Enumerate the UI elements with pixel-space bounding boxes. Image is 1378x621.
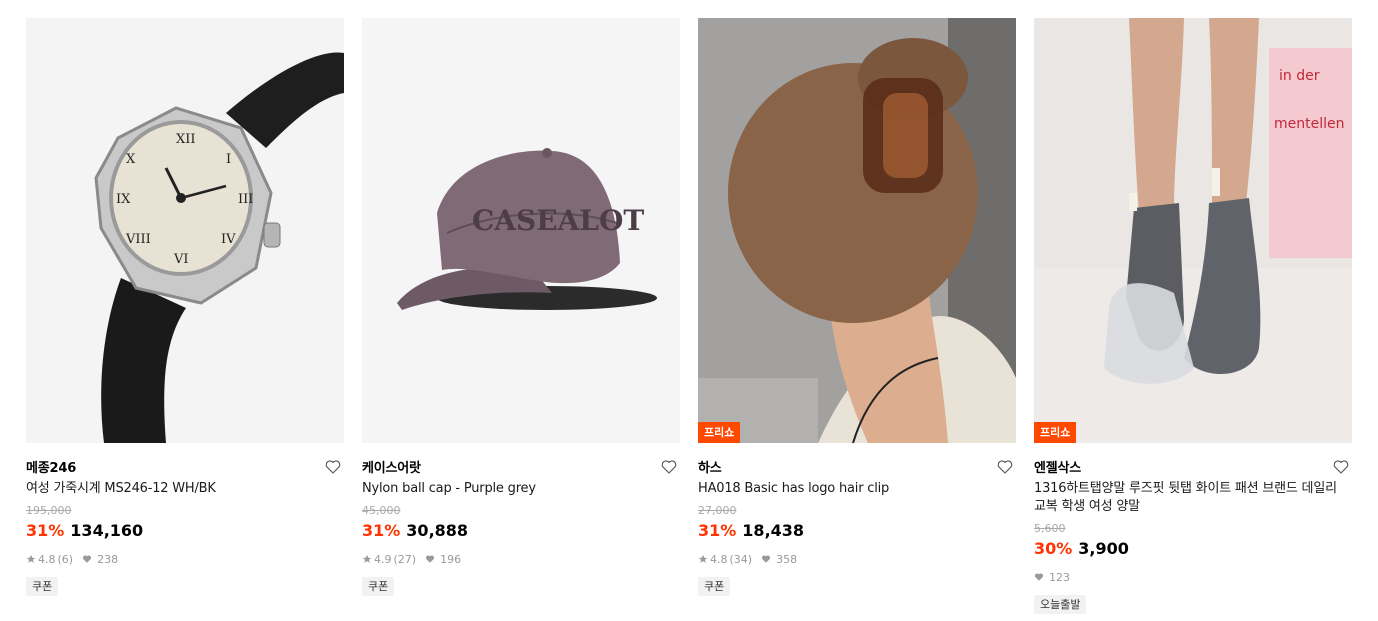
- svg-text:VIII: VIII: [125, 232, 151, 247]
- product-name[interactable]: 여성 가죽시계 MS246-12 WH/BK: [26, 480, 336, 498]
- discount-rate: 31%: [362, 521, 401, 540]
- product-card[interactable]: CASEALOT 케이스어랏 Nylon ball cap - Purple g…: [362, 18, 680, 614]
- brand-name[interactable]: 케이스어랏: [362, 457, 421, 476]
- price-row: 31% 18,438: [698, 520, 1016, 542]
- sale-price: 134,160: [70, 521, 144, 540]
- heart-filled-icon: [1034, 573, 1044, 581]
- rating-value: 4.9: [374, 552, 392, 566]
- svg-text:X: X: [126, 152, 136, 167]
- svg-text:IX: IX: [116, 192, 131, 207]
- svg-text:III: III: [238, 192, 253, 207]
- coupon-tag: 쿠폰: [362, 577, 395, 596]
- product-image-socks[interactable]: in der mentellen 프리쇼: [1034, 18, 1352, 443]
- product-image-cap[interactable]: CASEALOT: [362, 18, 680, 443]
- product-card[interactable]: XII I III IV VI VIII IX X 메종246 여성 가죽시계 MS246…: [26, 18, 344, 614]
- svg-text:VI: VI: [173, 252, 189, 267]
- star-icon: [698, 554, 708, 563]
- review-count: (34): [729, 552, 753, 566]
- heart-filled-icon: [762, 555, 771, 563]
- socks-photo-illustration: in der mentellen: [1034, 18, 1352, 443]
- review-count: (6): [57, 552, 74, 566]
- preshow-badge: 프리쇼: [698, 422, 741, 443]
- svg-text:I: I: [226, 152, 231, 167]
- discount-rate: 31%: [698, 521, 737, 540]
- watch-illustration: XIIIIII IVVIVIII IXX: [94, 52, 344, 443]
- original-price: 27,000: [698, 504, 737, 517]
- heart-outline-icon[interactable]: [660, 458, 678, 476]
- product-image-watch[interactable]: XII I III IV VI VIII IX X: [26, 18, 344, 443]
- like-count: 238: [97, 552, 119, 566]
- cap-illustration: CASEALOT: [397, 148, 657, 310]
- sale-price: 3,900: [1078, 539, 1129, 558]
- star-icon: [362, 554, 372, 563]
- product-grid: XII I III IV VI VIII IX X 메종246 여성 가죽시계 MS246…: [26, 18, 1352, 614]
- brand-row: 케이스어랏: [362, 457, 680, 476]
- sale-price: 18,438: [742, 521, 805, 540]
- svg-text:in der: in der: [1279, 68, 1320, 84]
- heart-filled-icon: [83, 555, 92, 563]
- discount-rate: 31%: [26, 521, 65, 540]
- product-meta: 123: [1034, 570, 1352, 584]
- brand-name[interactable]: 메종246: [26, 457, 76, 476]
- svg-text:XII: XII: [176, 132, 196, 147]
- product-card[interactable]: in der mentellen 프리쇼 엔젤삭스 1316하트탭양말 루즈핏 …: [1034, 18, 1352, 614]
- hair-clip-photo-illustration: [698, 18, 1016, 443]
- svg-text:CASEALOT: CASEALOT: [472, 204, 644, 237]
- review-count: (27): [393, 552, 417, 566]
- sale-price: 30,888: [406, 521, 469, 540]
- product-meta: 4.8 (6) 238: [26, 552, 344, 566]
- brand-name[interactable]: 엔젤삭스: [1034, 457, 1081, 476]
- coupon-tag: 쿠폰: [698, 577, 731, 596]
- product-card[interactable]: 프리쇼 하스 HA018 Basic has logo hair clip 27…: [698, 18, 1016, 614]
- like-count: 358: [776, 552, 798, 566]
- svg-text:IV: IV: [221, 232, 236, 247]
- same-day-shipping-tag: 오늘출발: [1034, 595, 1087, 614]
- brand-name[interactable]: 하스: [698, 457, 722, 476]
- product-name[interactable]: Nylon ball cap - Purple grey: [362, 480, 672, 498]
- brand-row: 하스: [698, 457, 1016, 476]
- like-count: 123: [1049, 570, 1070, 584]
- product-meta: 4.9 (27) 196: [362, 552, 680, 566]
- brand-row: 엔젤삭스: [1034, 457, 1352, 476]
- rating-value: 4.8: [710, 552, 728, 566]
- heart-filled-icon: [426, 555, 435, 563]
- price-row: 30% 3,900: [1034, 538, 1352, 560]
- original-price: 45,000: [362, 504, 401, 517]
- heart-outline-icon[interactable]: [996, 458, 1014, 476]
- discount-rate: 30%: [1034, 539, 1073, 558]
- heart-outline-icon[interactable]: [324, 458, 342, 476]
- preshow-badge: 프리쇼: [1034, 422, 1077, 443]
- coupon-tag: 쿠폰: [26, 577, 59, 596]
- rating-value: 4.8: [38, 552, 56, 566]
- brand-row: 메종246: [26, 457, 344, 476]
- like-count: 196: [440, 552, 462, 566]
- product-name[interactable]: 1316하트탭양말 루즈핏 뒷탭 화이트 패션 브랜드 데일리 교복 학생 여성…: [1034, 480, 1344, 516]
- product-image-hair-clip[interactable]: 프리쇼: [698, 18, 1016, 443]
- product-name[interactable]: HA018 Basic has logo hair clip: [698, 480, 1008, 498]
- svg-text:mentellen: mentellen: [1274, 116, 1345, 132]
- original-price: 195,000: [26, 504, 72, 517]
- product-meta: 4.8 (34) 358: [698, 552, 1016, 566]
- heart-outline-icon[interactable]: [1332, 458, 1350, 476]
- price-row: 31% 30,888: [362, 520, 680, 542]
- star-icon: [26, 554, 36, 563]
- original-price: 5,600: [1034, 522, 1066, 535]
- price-row: 31% 134,160: [26, 520, 344, 542]
